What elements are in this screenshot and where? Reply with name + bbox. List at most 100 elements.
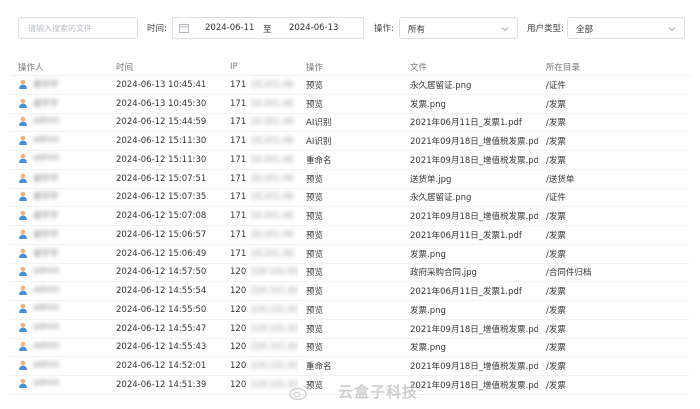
user-avatar-icon — [19, 285, 27, 295]
file-cell[interactable]: 2021年09月18日_增值税发票.pdf — [402, 206, 538, 226]
search-placeholder: 请输入搜索的文件 — [28, 24, 92, 33]
operator-cell: admin — [10, 338, 108, 358]
directory-cell[interactable]: /证件 — [538, 75, 690, 95]
ip-cell: 120 229.101.83 — [222, 375, 298, 395]
user-avatar-icon — [19, 379, 27, 389]
table-row[interactable]: 谢宇宇 2024-06-12 15:07:35 171 18.201.46 预览 永久居留… — [10, 188, 690, 208]
user-avatar-icon — [19, 341, 27, 351]
file-cell[interactable]: 2021年09月18日_增值税发票.pdf — [402, 131, 538, 151]
file-cell[interactable]: 2021年06月11日_发票1.pdf — [402, 225, 538, 245]
file-cell[interactable]: 发票.png — [402, 300, 538, 320]
date-range-picker[interactable]: 2024-06-11 至 2024-06-13 — [172, 17, 364, 39]
table-row[interactable]: admin 2024-06-12 15:11:30 171 18.201.46 AI识别… — [10, 131, 690, 151]
ip-prefix: 120 — [230, 286, 247, 297]
directory-cell[interactable]: /发票 — [538, 338, 690, 358]
user-avatar-icon — [19, 98, 27, 108]
operation-log-table: 操作人 时间 IP 操作 文件 所在目录 谢宇宇 2024-06-13 10:45… — [10, 58, 690, 395]
file-cell[interactable]: 2021年09月18日_增值税发票.pdf — [402, 150, 538, 170]
file-cell[interactable]: 送货单.jpg — [402, 169, 538, 189]
column-header-file: 文件 — [402, 58, 538, 76]
operation-select[interactable]: 所有 — [399, 17, 518, 39]
ip-cell: 120 229.101.83 — [222, 338, 298, 358]
table-row[interactable]: admin 2024-06-12 14:55:54 120 229.101.83 预览 2… — [10, 281, 690, 301]
file-cell[interactable]: 2021年09月18日_增值税发票.pdf — [402, 356, 538, 376]
filter-bar: 请输入搜索的文件 时间: 2024-06-11 至 2024-06-13 操作:… — [0, 0, 700, 60]
operator-cell: admin — [10, 375, 108, 395]
directory-cell[interactable]: /发票 — [538, 375, 690, 395]
directory-cell[interactable]: /发票 — [538, 113, 690, 133]
operator-cell: 谢宇宇 — [10, 75, 108, 95]
table-row[interactable]: admin 2024-06-12 15:11:30 171 18.201.46 重命名 2… — [10, 150, 690, 170]
directory-cell[interactable]: /发票 — [538, 225, 690, 245]
ip-cell: 171 18.201.46 — [222, 244, 298, 264]
directory-cell[interactable]: /发票 — [538, 281, 690, 301]
user-type-select[interactable]: 全部 — [567, 17, 685, 39]
operator-cell: 谢宇宇 — [10, 188, 108, 208]
date-start[interactable]: 2024-06-11 — [205, 23, 254, 33]
directory-cell[interactable]: /发票 — [538, 206, 690, 226]
file-cell[interactable]: 政府采购合同.jpg — [402, 263, 538, 283]
table-row[interactable]: 谢宇宇 2024-06-13 10:45:41 171 18.201.46 预览 永久居留… — [10, 75, 690, 95]
file-cell[interactable]: 发票.png — [402, 338, 538, 358]
table-row[interactable]: admin 2024-06-12 15:44:59 171 18.201.46 AI识别… — [10, 113, 690, 133]
operation-cell: 预览 — [298, 206, 402, 226]
ip-redacted: 18.201.46 — [250, 136, 294, 147]
directory-cell[interactable]: /发票 — [538, 150, 690, 170]
time-cell: 2024-06-12 15:07:51 — [108, 169, 222, 189]
directory-cell[interactable]: /发票 — [538, 244, 690, 264]
operation-cell: 预览 — [298, 281, 402, 301]
time-cell: 2024-06-12 14:52:01 — [108, 356, 222, 376]
directory-cell[interactable]: /发票 — [538, 300, 690, 320]
directory-cell[interactable]: /送货单 — [538, 169, 690, 189]
file-cell[interactable]: 发票.png — [402, 244, 538, 264]
ip-prefix: 120 — [230, 267, 247, 278]
operator-cell: 谢宇宇 — [10, 244, 108, 264]
table-row[interactable]: 谢宇宇 2024-06-12 15:07:51 171 18.201.46 预览 送货单.… — [10, 169, 690, 189]
table-row[interactable]: 谢宇宇 2024-06-12 15:07:08 171 18.201.46 预览 2021… — [10, 206, 690, 226]
ip-cell: 171 18.201.46 — [222, 150, 298, 170]
file-cell[interactable]: 永久居留证.png — [402, 188, 538, 208]
directory-cell[interactable]: /合同件归档 — [538, 263, 690, 283]
time-cell: 2024-06-12 15:06:49 — [108, 244, 222, 264]
directory-cell[interactable]: /发票 — [538, 131, 690, 151]
table-row[interactable]: admin 2024-06-12 14:55:43 120 229.101.83 预览发… — [10, 338, 690, 358]
file-cell[interactable]: 2021年06月11日_发票1.pdf — [402, 113, 538, 133]
directory-cell[interactable]: /发票 — [538, 94, 690, 114]
ip-redacted: 229.101.83 — [250, 342, 298, 353]
ip-redacted: 18.201.46 — [250, 229, 294, 240]
table-row[interactable]: admin 2024-06-12 14:52:01 120 229.101.83 重命名… — [10, 356, 690, 376]
table-row[interactable]: admin 2024-06-12 14:55:47 120 229.101.83 预览 2… — [10, 319, 690, 339]
directory-cell[interactable]: /发票 — [538, 319, 690, 339]
file-cell[interactable]: 2021年09月18日_增值税发票.pdf — [402, 319, 538, 339]
file-cell[interactable]: 2021年06月11日_发票1.pdf — [402, 281, 538, 301]
file-cell[interactable]: 永久居留证.png — [402, 75, 538, 95]
ip-prefix: 171 — [230, 173, 247, 184]
table-row[interactable]: admin 2024-06-12 14:55:50 120 229.101.83 预览发… — [10, 300, 690, 320]
operator-cell: admin — [10, 319, 108, 339]
table-row[interactable]: 谢宇宇 2024-06-12 15:06:49 171 18.201.46 预览 发票.p… — [10, 244, 690, 264]
table-row[interactable]: 谢宇宇 2024-06-12 15:06:57 171 18.201.46 预览 2021… — [10, 225, 690, 245]
time-cell: 2024-06-12 14:55:50 — [108, 300, 222, 320]
time-cell: 2024-06-12 15:11:30 — [108, 150, 222, 170]
user-avatar-icon — [19, 79, 27, 89]
ip-redacted: 18.201.46 — [250, 98, 294, 109]
directory-cell[interactable]: /证件 — [538, 188, 690, 208]
file-cell[interactable]: 发票.png — [402, 94, 538, 114]
date-end[interactable]: 2024-06-13 — [289, 23, 338, 33]
operation-cell: 预览 — [298, 244, 402, 264]
search-input[interactable]: 请输入搜索的文件 — [18, 17, 138, 39]
file-cell[interactable]: 2021年09月18日_增值税发票.pdf — [402, 375, 538, 395]
ip-prefix: 171 — [230, 136, 247, 147]
operation-cell: 预览 — [298, 338, 402, 358]
ip-prefix: 120 — [230, 323, 247, 334]
ip-prefix: 171 — [230, 229, 247, 240]
table-row[interactable]: 谢宇宇 2024-06-13 10:45:30 171 18.201.46 预览 发票.p… — [10, 94, 690, 114]
directory-cell[interactable]: /发票 — [538, 356, 690, 376]
operator-name: admin — [33, 322, 60, 333]
time-cell: 2024-06-12 14:55:47 — [108, 319, 222, 339]
table-row[interactable]: admin 2024-06-12 14:57:50 120 229.101.83 预览政… — [10, 263, 690, 283]
user-avatar-icon — [19, 116, 27, 126]
operation-cell: 预览 — [298, 225, 402, 245]
operator-cell: admin — [10, 281, 108, 301]
ip-redacted: 18.201.46 — [250, 117, 294, 128]
